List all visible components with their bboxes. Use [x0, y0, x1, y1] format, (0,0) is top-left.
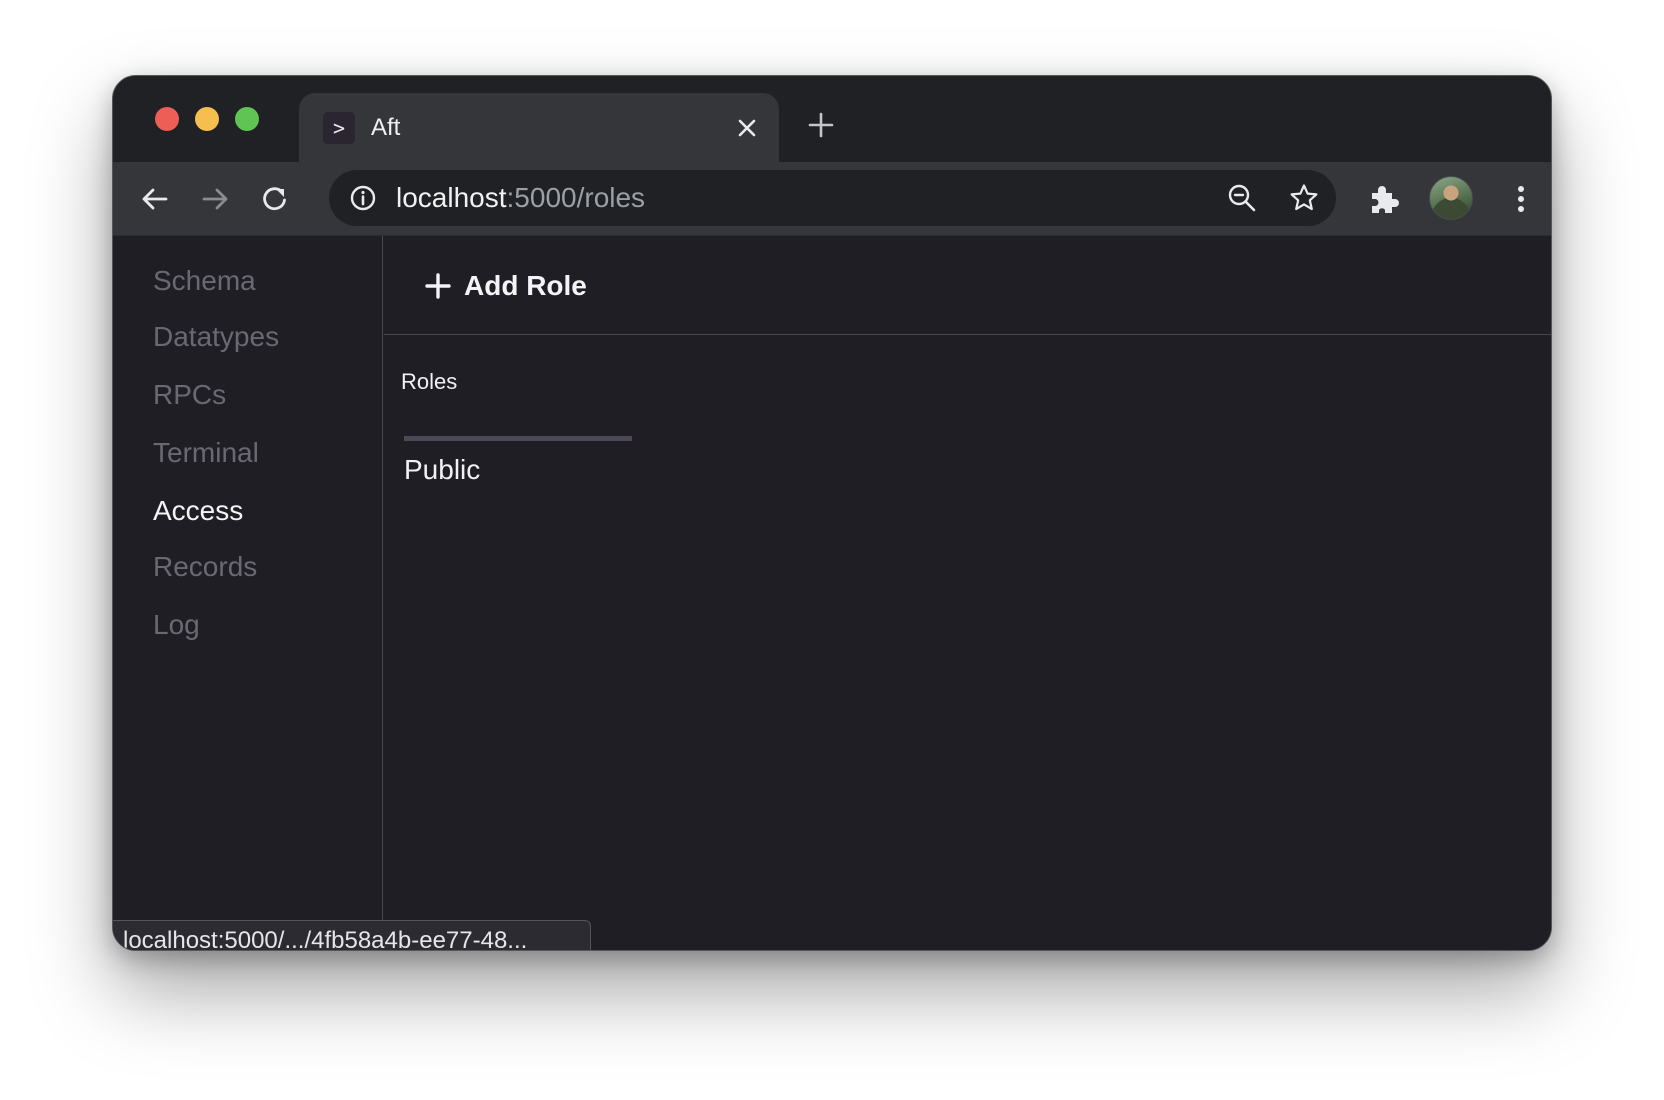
close-window-button[interactable] — [155, 107, 179, 131]
tab-strip: > Aft — [113, 76, 1551, 162]
minimize-window-button[interactable] — [195, 107, 219, 131]
role-card[interactable]: Public — [404, 436, 632, 487]
url-host: localhost — [396, 182, 507, 213]
section-title-roles: Roles — [401, 369, 458, 394]
url-text[interactable]: localhost:5000/roles — [396, 182, 645, 214]
main-panel: Add Role Roles Public — [384, 236, 1551, 950]
zoom-out-icon[interactable] — [1226, 182, 1258, 214]
plus-icon — [424, 272, 452, 300]
browser-window: > Aft localhost:5000/roles Schema Dataty… — [112, 75, 1552, 951]
arrow-left-icon[interactable] — [135, 179, 175, 219]
profile-avatar[interactable] — [1429, 176, 1473, 220]
sidebar-item-rpcs[interactable]: RPCs — [153, 378, 226, 412]
role-name: Public — [404, 454, 481, 485]
page-header: Add Role — [384, 236, 1551, 335]
address-bar[interactable]: localhost:5000/roles — [329, 170, 1336, 226]
terminal-favicon-icon: > — [323, 112, 355, 144]
page-content: Schema Datatypes RPCs Terminal Access Re… — [113, 236, 1551, 951]
url-path: :5000/roles — [506, 182, 646, 213]
add-role-button[interactable]: Add Role — [424, 266, 587, 306]
sidebar-item-schema[interactable]: Schema — [153, 264, 256, 298]
browser-toolbar: localhost:5000/roles — [113, 162, 1551, 236]
maximize-window-button[interactable] — [235, 107, 259, 131]
arrow-right-icon[interactable] — [195, 179, 235, 219]
close-icon[interactable] — [731, 112, 763, 144]
add-role-label: Add Role — [464, 270, 587, 301]
status-bar: localhost:5000/.../4fb58a4b-ee77-48... — [113, 920, 591, 951]
tab-title: Aft — [371, 114, 401, 141]
tab-aft[interactable]: > Aft — [299, 93, 779, 162]
star-icon[interactable] — [1288, 182, 1320, 214]
puzzle-icon[interactable] — [1366, 181, 1402, 217]
sidebar-item-datatypes[interactable]: Datatypes — [153, 320, 279, 354]
sidebar: Schema Datatypes RPCs Terminal Access Re… — [113, 236, 383, 950]
status-url: localhost:5000/.../4fb58a4b-ee77-48... — [123, 927, 528, 951]
kebab-menu-icon[interactable] — [1501, 179, 1541, 219]
sidebar-item-records[interactable]: Records — [153, 550, 257, 584]
sidebar-item-log[interactable]: Log — [153, 608, 200, 642]
info-icon[interactable] — [349, 184, 377, 212]
sidebar-item-terminal[interactable]: Terminal — [153, 436, 259, 470]
plus-icon[interactable] — [805, 109, 837, 141]
reload-icon[interactable] — [255, 179, 295, 219]
sidebar-item-access[interactable]: Access — [153, 494, 243, 528]
